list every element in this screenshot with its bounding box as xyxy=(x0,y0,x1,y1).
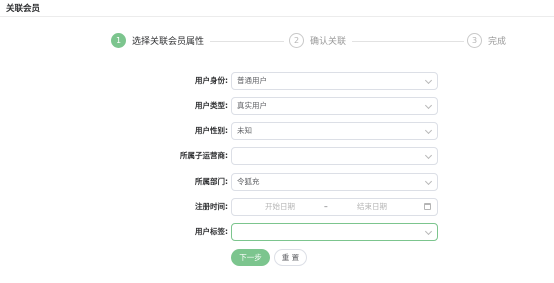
form-row-user-gender: 用户性别: 未知 xyxy=(0,122,554,140)
chevron-down-icon xyxy=(424,227,433,236)
step-2: 2 确认关联 xyxy=(289,33,346,48)
form-row-register-time: 注册时间: 开始日期 – 结束日期 xyxy=(0,198,554,216)
chevron-down-icon xyxy=(424,101,433,110)
sub-operator-select[interactable] xyxy=(231,147,438,165)
step-3-number: 3 xyxy=(467,33,482,48)
header-divider xyxy=(0,16,554,17)
end-date-input[interactable]: 结束日期 xyxy=(357,199,387,215)
user-tags-label: 用户标签: xyxy=(195,227,228,236)
form-row-user-type: 用户类型: 真实用户 xyxy=(0,97,554,115)
reset-button[interactable]: 重 置 xyxy=(274,249,307,266)
start-date-input[interactable]: 开始日期 xyxy=(265,199,295,215)
form-row-user-identity: 用户身份: 普通用户 xyxy=(0,72,554,90)
chevron-down-icon xyxy=(424,177,433,186)
form-row-department: 所属部门: 令狐充 xyxy=(0,173,554,191)
department-label: 所属部门: xyxy=(195,177,228,186)
user-identity-label: 用户身份: xyxy=(195,76,228,85)
user-gender-select[interactable]: 未知 xyxy=(231,122,438,140)
step-connector-1 xyxy=(210,41,284,42)
user-identity-select[interactable]: 普通用户 xyxy=(231,72,438,90)
next-step-button[interactable]: 下一步 xyxy=(231,249,270,266)
step-1-label: 选择关联会员属性 xyxy=(132,37,205,47)
date-range-separator: – xyxy=(324,202,328,211)
calendar-icon xyxy=(424,203,431,210)
step-1-number: 1 xyxy=(111,33,126,48)
step-1: 1 选择关联会员属性 xyxy=(111,33,204,48)
step-3-label: 完成 xyxy=(488,37,507,47)
register-time-label: 注册时间: xyxy=(195,202,228,211)
chevron-down-icon xyxy=(424,126,433,135)
sub-operator-label: 所属子运营商: xyxy=(180,151,228,160)
department-value: 令狐充 xyxy=(237,177,260,186)
user-gender-value: 未知 xyxy=(237,126,252,135)
user-type-select[interactable]: 真实用户 xyxy=(231,97,438,115)
step-connector-2 xyxy=(352,41,464,42)
step-2-number: 2 xyxy=(289,33,304,48)
chevron-down-icon xyxy=(424,151,433,160)
register-time-range[interactable]: 开始日期 – 结束日期 xyxy=(231,198,438,216)
user-tags-select[interactable] xyxy=(231,223,438,241)
user-gender-label: 用户性别: xyxy=(195,126,228,135)
page-title: 关联会员 xyxy=(6,4,41,14)
chevron-down-icon xyxy=(424,76,433,85)
user-identity-value: 普通用户 xyxy=(237,76,267,85)
step-3: 3 完成 xyxy=(467,33,506,48)
form-row-user-tags: 用户标签: xyxy=(0,223,554,241)
step-2-label: 确认关联 xyxy=(310,37,347,47)
department-select[interactable]: 令狐充 xyxy=(231,173,438,191)
user-type-label: 用户类型: xyxy=(195,101,228,110)
form-row-sub-operator: 所属子运营商: xyxy=(0,147,554,165)
user-type-value: 真实用户 xyxy=(237,101,267,110)
